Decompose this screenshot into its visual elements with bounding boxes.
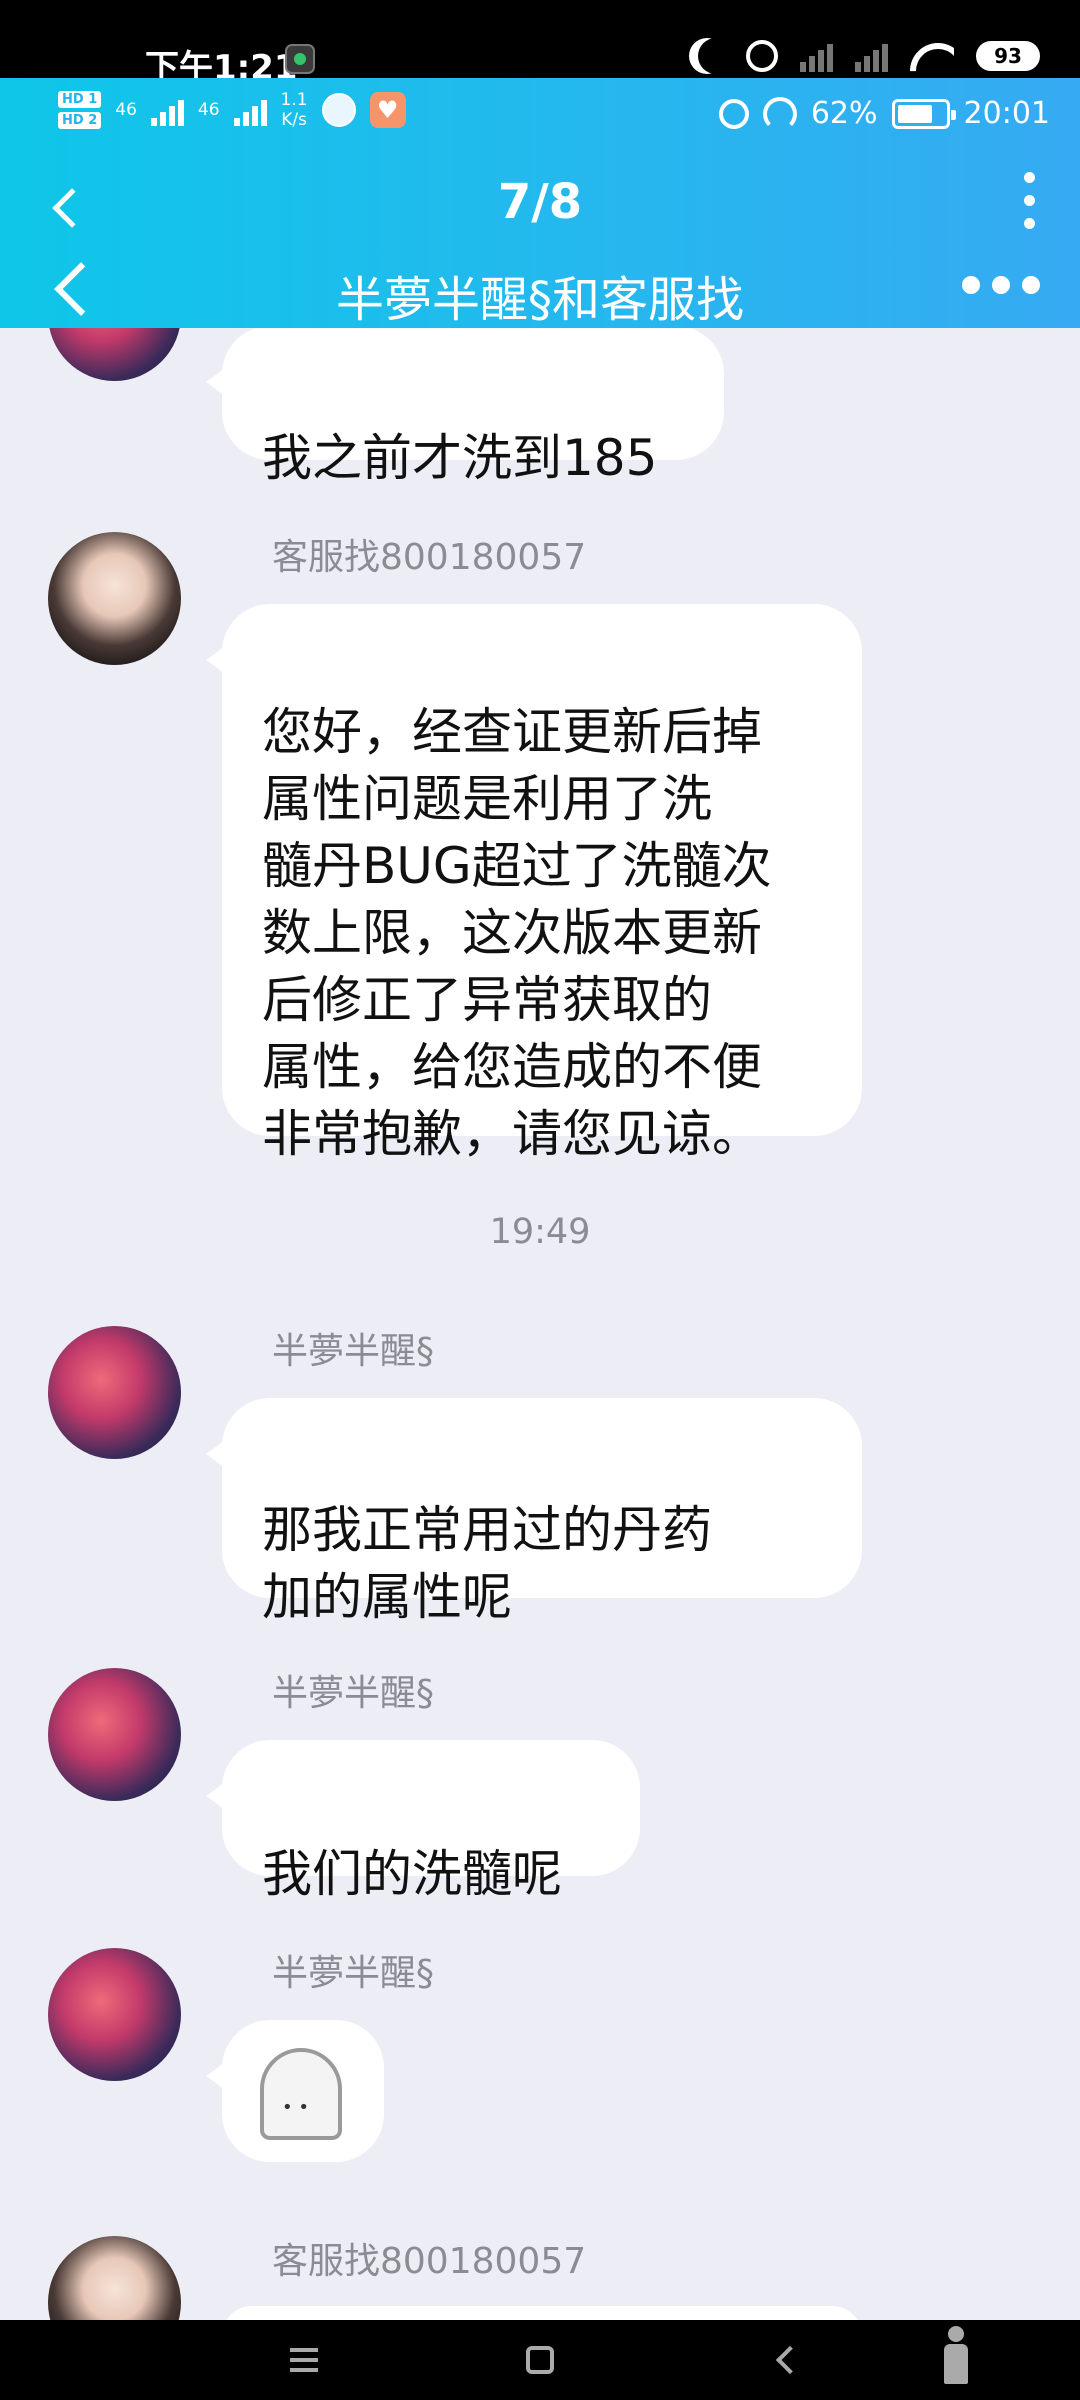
message-bubble[interactable] [222,2306,862,2320]
page-counter: 7/8 [497,174,583,230]
system-nav-bar [0,2320,1080,2400]
image-viewer-bar: 7/8 [0,166,1080,246]
more-options-icon[interactable] [962,276,1040,294]
message-bubble[interactable]: 我之前才洗到185 [206,328,724,487]
accessibility-icon[interactable] [936,2320,976,2400]
hd1-badge: HD 1 [58,91,102,108]
sender-name: 半夢半醒§ [272,1673,435,1714]
menu-icon[interactable] [290,2348,318,2372]
network-1-label: 46 [115,100,137,120]
chat-title-bar: 半夢半醒§和客服找 [0,246,1080,328]
avatar[interactable] [48,1668,181,1801]
chat-header: HD 1 HD 2 46 46 1.1 K/s ♥ 62% 20:01 7/8 … [0,78,1080,328]
inner-status-bar: HD 1 HD 2 46 46 1.1 K/s ♥ 62% 20:01 [0,78,1080,158]
message-bubble[interactable]: 那我正常用过的丹药 加的属性呢 [206,1398,862,1626]
health-icon: ♥ [369,92,406,128]
hd-badges: HD 1 HD 2 [58,91,102,129]
hd2-badge: HD 2 [58,112,102,129]
sender-name: 半夢半醒§ [272,1953,435,1994]
message-bubble[interactable]: 您好，经查证更新后掉 属性问题是利用了洗 髓丹BUG超过了洗髓次 数上限，这次版… [206,604,862,1163]
wifi-icon [910,39,954,73]
do-not-disturb-icon [698,38,734,74]
ghost-sticker-icon[interactable] [260,2048,342,2141]
message-text: 我们的洗髓呢 [262,1845,562,1903]
signal-icon [800,40,833,72]
inner-battery-icon [891,98,956,129]
message-text: 您好，经查证更新后掉 属性问题是利用了洗 髓丹BUG超过了洗髓次 数上限，这次版… [262,703,772,1163]
inner-alarm-icon [718,98,749,129]
notification-app-icon [285,44,315,74]
avatar[interactable] [48,328,181,381]
speed-icon [762,96,797,131]
signal-hd-icon [855,40,888,72]
signal-2-icon [233,94,267,126]
battery-icon: 93 [976,41,1040,71]
message-bubble[interactable] [206,2020,384,2162]
sender-name: 客服找800180057 [272,537,587,578]
sender-name: 半夢半醒§ [272,1331,435,1372]
message-bubble[interactable]: 我们的洗髓呢 [206,1740,640,1903]
browser-icon [321,93,356,127]
net-speed: 1.1 K/s [280,90,308,130]
network-2-label: 46 [197,100,220,120]
chat-title: 半夢半醒§和客服找 [335,272,744,328]
inner-time: 20:01 [963,96,1050,131]
home-icon[interactable] [526,2346,554,2374]
outer-status-bar: 下午1:21 93 [0,0,1080,88]
avatar[interactable] [48,2236,181,2320]
nav-back-icon[interactable] [775,2345,805,2375]
avatar[interactable] [48,1326,181,1459]
sender-name: 客服找800180057 [272,2241,587,2282]
message-text: 那我正常用过的丹药 加的属性呢 [262,1501,712,1626]
alarm-icon [746,40,778,72]
timestamp: 19:49 [489,1212,591,1252]
battery-percent: 62% [810,96,878,131]
viewer-more-icon[interactable] [1024,172,1036,229]
avatar[interactable] [48,532,181,665]
avatar[interactable] [48,1948,181,2081]
message-list[interactable]: 我之前才洗到185 客服找800180057 您好，经查证更新后掉 属性问题是利… [0,328,1080,2320]
message-text: 我之前才洗到185 [262,429,658,487]
signal-1-icon [150,94,184,126]
